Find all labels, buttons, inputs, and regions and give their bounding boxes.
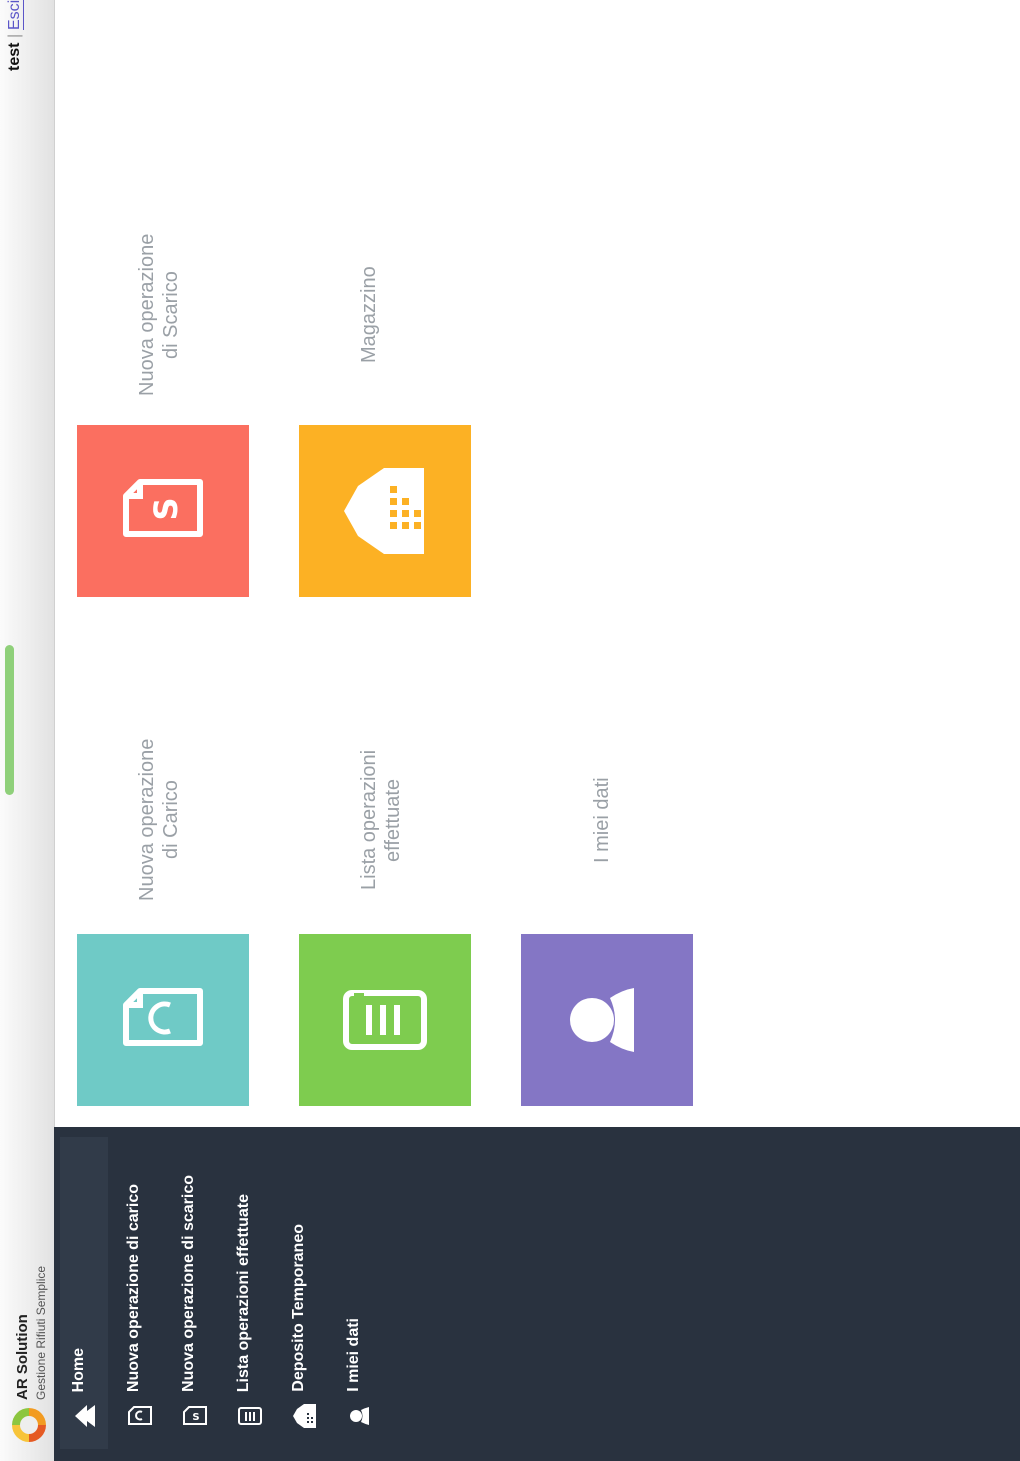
tile-miei-dati[interactable]	[521, 934, 693, 1106]
brand-name: AR Solution	[14, 1314, 31, 1400]
tile-label-scarico: Nuova operazione di Scarico	[136, 233, 182, 397]
tile-nuova-operazione-scarico[interactable]: S	[77, 425, 249, 597]
warehouse-icon	[292, 1403, 318, 1429]
brand[interactable]: AR Solution Gestione Rifiuti Semplice	[10, 1250, 52, 1450]
tile-label-magazzino: Magazzino	[358, 266, 380, 364]
svg-text:S: S	[147, 497, 185, 520]
user-icon	[347, 1403, 373, 1429]
brand-subtitle: Gestione Rifiuti Semplice	[34, 1265, 48, 1400]
tile-lista-operazioni[interactable]	[299, 934, 471, 1106]
svg-text:S: S	[192, 1412, 199, 1423]
sidebar-item-lista-operazioni[interactable]: Lista operazioni effettuate	[227, 1127, 277, 1447]
sidebar-item-nuova-scarico[interactable]: Nuova operazione di scarico S	[172, 1127, 222, 1447]
sidebar-item-label: Home	[70, 1347, 87, 1392]
sidebar-item-home[interactable]: Home	[62, 1127, 112, 1447]
scroll-indicator[interactable]	[5, 645, 14, 795]
sidebar-item-nuova-carico[interactable]: Nuova operazione di carico	[117, 1127, 167, 1447]
logout-link[interactable]: Esci	[6, 0, 24, 30]
brand-logo-icon	[12, 1408, 46, 1442]
username: test	[6, 42, 23, 71]
tile-magazzino[interactable]	[299, 425, 471, 597]
tile-label-carico: Nuova operazione di Carico	[136, 738, 182, 902]
user-menu: test | Esci	[6, 0, 24, 72]
tile-label-dati: I miei dati	[591, 777, 613, 863]
scarico-document-icon: S	[182, 1403, 208, 1429]
carico-document-icon	[127, 1403, 153, 1429]
header-bar: test | Esci AR Solution Gestione Rifiuti…	[0, 0, 55, 1461]
sidebar-item-label: Nuova operazione di scarico	[180, 1175, 197, 1392]
tile-label-lista: Lista operazioni effettuate	[358, 749, 404, 891]
sidebar-item-label: Lista operazioni effettuate	[235, 1193, 252, 1392]
user-separator: |	[6, 34, 23, 39]
carico-document-icon	[123, 988, 203, 1046]
home-icon	[72, 1403, 98, 1429]
sidebar-item-label: Nuova operazione di carico	[125, 1183, 142, 1392]
user-icon	[570, 988, 634, 1052]
scarico-document-icon: S	[123, 479, 203, 537]
sidebar-item-miei-dati[interactable]: I miei dati	[337, 1127, 387, 1447]
list-chart-icon	[237, 1403, 263, 1429]
sidebar-item-deposito-temporaneo[interactable]: Deposito Temporaneo	[282, 1127, 332, 1447]
warehouse-icon	[344, 468, 424, 554]
list-chart-icon	[343, 990, 427, 1050]
sidebar-item-label: I miei dati	[345, 1318, 362, 1392]
sidebar-item-label: Deposito Temporaneo	[290, 1224, 307, 1392]
tile-nuova-operazione-carico[interactable]	[77, 934, 249, 1106]
sidebar-menu: Home Nuova operazione di carico Nuova op…	[54, 1127, 1020, 1461]
